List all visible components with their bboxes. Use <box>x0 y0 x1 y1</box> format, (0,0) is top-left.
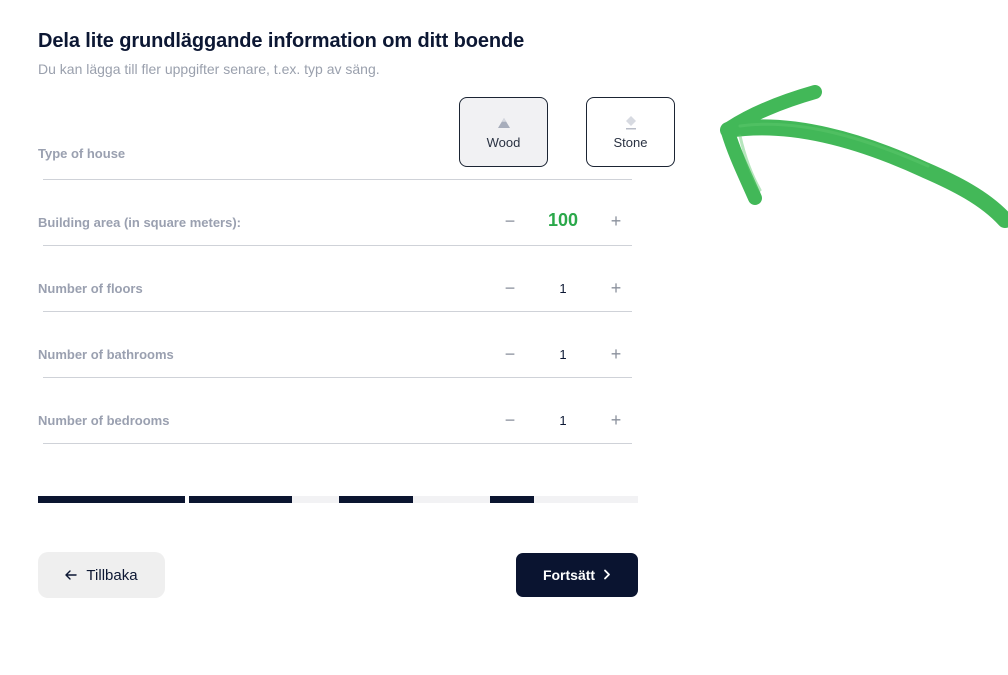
progress-bar <box>38 496 638 503</box>
building-area-label: Building area (in square meters): <box>38 215 241 230</box>
progress-segment <box>413 496 490 503</box>
divider <box>43 311 632 312</box>
bedrooms-value[interactable]: 1 <box>540 413 586 428</box>
back-button[interactable]: Tillbaka <box>38 552 165 598</box>
annotation-arrow-icon <box>720 85 1008 228</box>
page-title: Dela lite grundläggande information om d… <box>38 30 525 52</box>
building-area-decrement-button[interactable]: − <box>499 210 521 232</box>
progress-segment <box>38 496 185 503</box>
arrow-left-icon <box>65 567 78 584</box>
continue-button-label: Fortsätt <box>542 567 596 583</box>
bathrooms-increment-button[interactable]: + <box>605 343 627 365</box>
floors-label: Number of floors <box>38 281 143 296</box>
progress-segment <box>534 496 638 503</box>
bedrooms-label: Number of bedrooms <box>38 413 170 428</box>
divider <box>43 245 632 246</box>
progress-segment <box>339 496 413 503</box>
chevron-right-icon <box>603 567 611 583</box>
progress-segment <box>189 496 292 503</box>
divider <box>43 377 632 378</box>
bedrooms-increment-button[interactable]: + <box>605 409 627 431</box>
page-subtitle: Du kan lägga till fler uppgifter senare,… <box>38 61 380 77</box>
house-type-stone-label: Stone <box>613 134 648 150</box>
floors-value[interactable]: 1 <box>540 281 586 296</box>
bathrooms-label: Number of bathrooms <box>38 347 174 362</box>
back-button-label: Tillbaka <box>86 566 138 584</box>
mountain-icon <box>497 115 511 131</box>
progress-segment <box>490 496 534 503</box>
progress-segment <box>292 496 339 503</box>
floors-decrement-button[interactable]: − <box>499 277 521 299</box>
floors-increment-button[interactable]: + <box>605 277 627 299</box>
building-area-value[interactable]: 100 <box>540 210 586 231</box>
divider <box>43 179 632 180</box>
house-type-wood-card[interactable]: Wood <box>459 97 548 167</box>
bedrooms-decrement-button[interactable]: − <box>499 409 521 431</box>
house-type-wood-label: Wood <box>486 134 521 150</box>
building-area-increment-button[interactable]: + <box>605 210 627 232</box>
bathrooms-value[interactable]: 1 <box>540 347 586 362</box>
house-type-stone-card[interactable]: Stone <box>586 97 675 167</box>
bathrooms-decrement-button[interactable]: − <box>499 343 521 365</box>
continue-button[interactable]: Fortsätt <box>516 553 638 597</box>
divider <box>43 443 632 444</box>
gem-icon <box>624 115 638 131</box>
house-type-label: Type of house <box>38 146 126 161</box>
